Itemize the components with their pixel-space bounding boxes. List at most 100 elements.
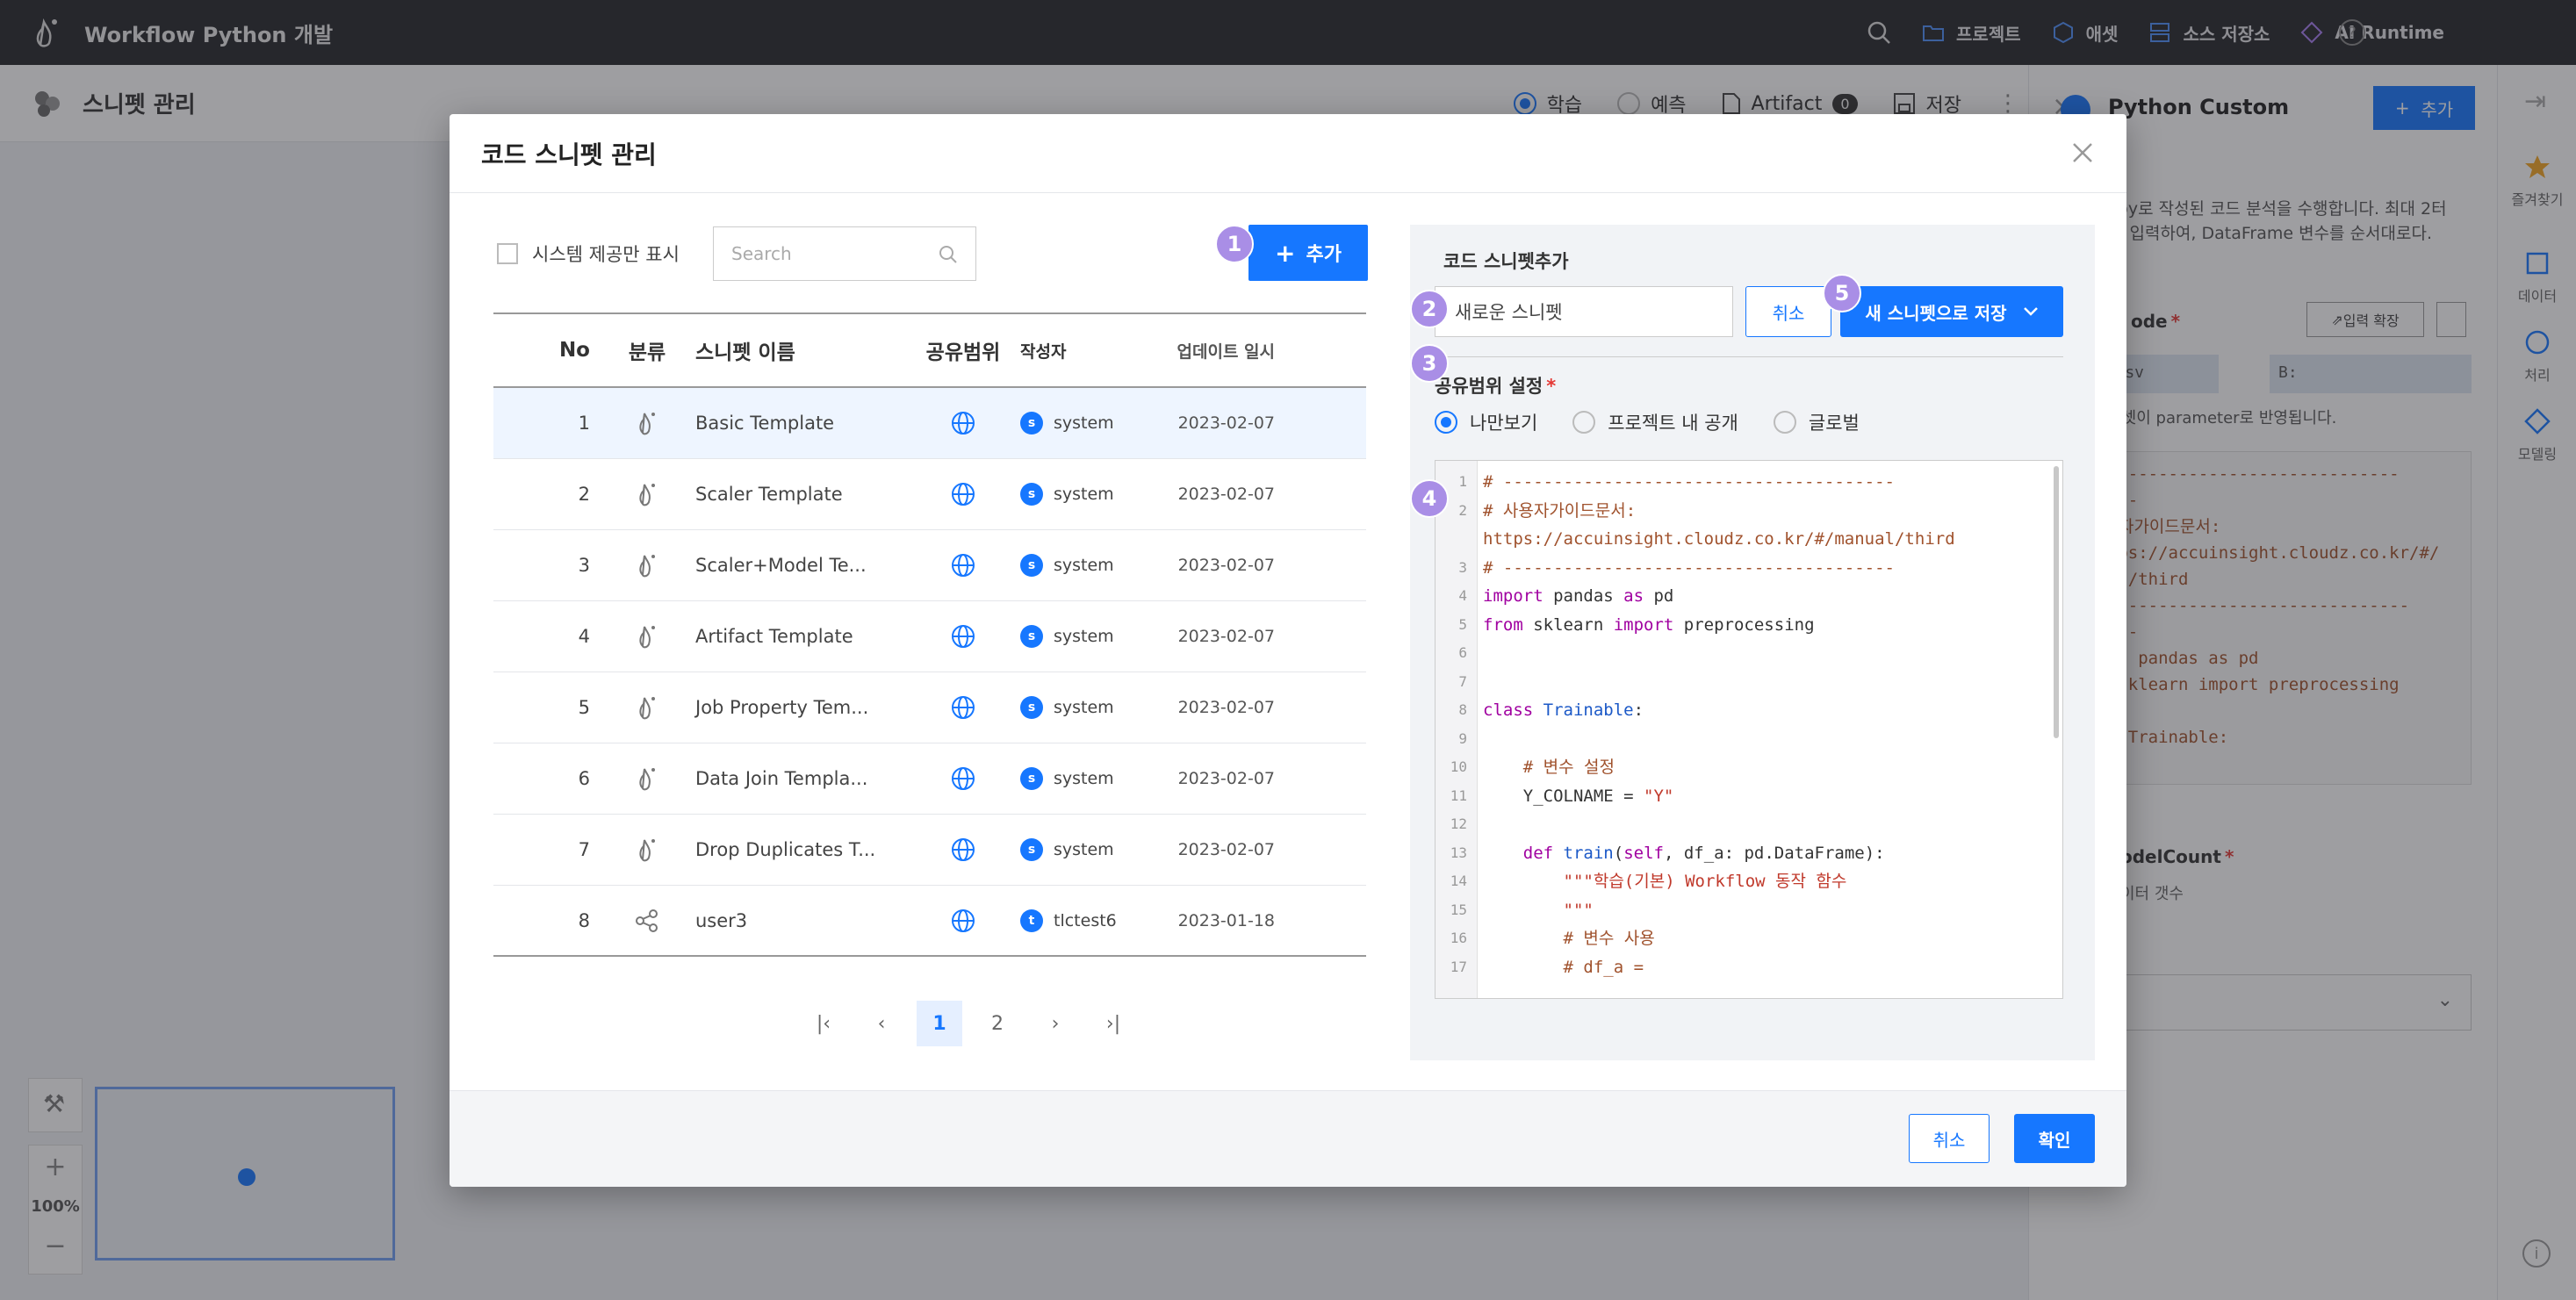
page-1[interactable]: 1 <box>917 1001 962 1046</box>
line-text: from sklearn import preprocessing <box>1478 611 1815 640</box>
code-line: 3 # -------------------------------------… <box>1436 554 2050 583</box>
scope-label: 공유범위 설정 * <box>1435 376 1557 397</box>
snippet-table: No 분류 스니펫 이름 공유범위 작성자 업데이트 일시 1 Basic Tem… <box>493 312 1366 957</box>
line-number: 8 <box>1458 701 1467 718</box>
row-author-name: tlctest6 <box>1054 910 1117 930</box>
code-token: import <box>1483 586 1543 606</box>
row-scope <box>906 765 1020 792</box>
scope-options: 나만보기 프로젝트 내 공개 글로벌 <box>1435 409 1860 435</box>
code-scrollbar[interactable] <box>2054 466 2059 738</box>
avatar: s <box>1020 838 1043 861</box>
col-scope[interactable]: 공유범위 <box>906 335 1020 365</box>
col-updated[interactable]: 업데이트 일시 <box>1143 339 1276 363</box>
row-no: 1 <box>578 413 590 434</box>
code-line: 12 <box>1436 810 2050 839</box>
code-line: 2 # 사용자가이드문서: <box>1436 497 2050 526</box>
search-field[interactable]: Search <box>713 226 976 281</box>
code-token: Y_COLNAME = <box>1483 786 1644 806</box>
row-name: Data Join Templa... <box>695 768 868 789</box>
radio-global[interactable] <box>1773 411 1796 434</box>
table-row[interactable]: 7 Drop Duplicates T... s system 2023-02-07 <box>493 815 1366 886</box>
step-badge-5: 5 <box>1823 274 1861 312</box>
first-page-icon[interactable]: |‹ <box>801 1001 846 1046</box>
line-number: 13 <box>1450 844 1467 861</box>
scope-project[interactable]: 프로젝트 내 공개 <box>1572 409 1738 435</box>
row-scope <box>906 694 1020 721</box>
system-only-checkbox[interactable] <box>497 243 518 264</box>
table-row[interactable]: 2 Scaler Template s system 2023-02-07 <box>493 459 1366 530</box>
row-author-name: system <box>1054 769 1114 788</box>
row-date: 2023-02-07 <box>1177 769 1275 788</box>
col-author[interactable]: 작성자 <box>1020 339 1143 363</box>
row-author: s system <box>1020 554 1143 577</box>
radio-private[interactable] <box>1435 411 1457 434</box>
code-token: """학습(기본) Workflow 동작 함수 <box>1563 872 1847 891</box>
line-number: 14 <box>1450 873 1467 889</box>
python-icon <box>639 413 655 435</box>
row-date: 2023-01-18 <box>1177 910 1275 930</box>
scope-global[interactable]: 글로벌 <box>1773 409 1860 435</box>
row-date: 2023-02-07 <box>1177 627 1275 646</box>
avatar: s <box>1020 483 1043 506</box>
line-number: 12 <box>1450 815 1467 832</box>
save-as-new-button[interactable]: 새 스니펫으로 저장 <box>1840 286 2063 337</box>
row-category <box>608 552 687 578</box>
footer-cancel-button[interactable]: 취소 <box>1909 1114 1990 1163</box>
confirm-button[interactable]: 확인 <box>2014 1114 2095 1163</box>
last-page-icon[interactable]: ›| <box>1090 1001 1136 1046</box>
line-number: 10 <box>1450 758 1467 775</box>
next-page-icon[interactable]: › <box>1033 1001 1078 1046</box>
row-author-name: system <box>1054 485 1114 504</box>
prev-page-icon[interactable]: ‹ <box>859 1001 904 1046</box>
globe-icon <box>952 838 975 861</box>
table-row[interactable]: 4 Artifact Template s system 2023-02-07 <box>493 601 1366 672</box>
modal-header: 코드 스니펫 관리 <box>450 114 2126 193</box>
code-token: as <box>1623 586 1644 606</box>
avatar: s <box>1020 554 1043 577</box>
avatar: s <box>1020 412 1043 435</box>
line-number: 15 <box>1450 901 1467 918</box>
system-only-filter[interactable]: 시스템 제공만 표시 <box>497 241 680 267</box>
scope-private[interactable]: 나만보기 <box>1435 409 1537 435</box>
editor-cancel-button[interactable]: 취소 <box>1745 286 1831 337</box>
col-category[interactable]: 분류 <box>608 335 687 365</box>
close-icon[interactable] <box>2069 139 2097 167</box>
table-body: 1 Basic Template s system 2023-02-07 2 Scaler … <box>493 388 1366 957</box>
scope-label-text: 공유범위 설정 <box>1435 376 1543 397</box>
table-row[interactable]: 1 Basic Template s system 2023-02-07 <box>493 388 1366 459</box>
line-text: # df_a = <box>1478 953 1644 982</box>
code-editor[interactable]: 1 # -------------------------------------… <box>1435 460 2063 999</box>
table-row[interactable]: 8 user3 t tlctest6 2023-01-18 <box>493 886 1366 957</box>
row-author-name: system <box>1054 840 1114 859</box>
row-author: t tlctest6 <box>1020 909 1143 932</box>
col-no[interactable]: No <box>493 339 608 362</box>
avatar: t <box>1020 909 1043 932</box>
radio-project[interactable] <box>1572 411 1596 434</box>
code-line: 10 # 변수 설정 <box>1436 753 2050 782</box>
table-row[interactable]: 6 Data Join Templa... s system 2023-02-07 <box>493 743 1366 815</box>
search-placeholder: Search <box>731 243 792 264</box>
col-name[interactable]: 스니펫 이름 <box>687 335 906 365</box>
share-icon <box>636 909 658 932</box>
globe-icon <box>952 625 975 648</box>
chevron-down-icon[interactable] <box>2023 306 2039 317</box>
row-date: 2023-02-07 <box>1177 840 1275 859</box>
row-scope <box>906 908 1020 934</box>
table-row[interactable]: 3 Scaler+Model Te... s system 2023-02-07 <box>493 530 1366 601</box>
row-no: 3 <box>578 555 590 576</box>
page-2[interactable]: 2 <box>975 1001 1020 1046</box>
code-token: # --------------------------------------… <box>1483 557 1895 578</box>
add-snippet-button[interactable]: + 추가 <box>1248 225 1368 281</box>
table-row[interactable]: 5 Job Property Tem... s system 2023-02-07 <box>493 672 1366 743</box>
globe-icon <box>952 696 975 719</box>
row-category <box>608 908 687 934</box>
snippet-name-input[interactable]: 새로운 스니펫 <box>1435 286 1733 337</box>
line-number: 9 <box>1458 729 1467 747</box>
snippet-manager-modal: 코드 스니펫 관리 시스템 제공만 표시 Search 1 + 추가 No 분류… <box>450 114 2126 1187</box>
line-text <box>1478 639 1483 668</box>
